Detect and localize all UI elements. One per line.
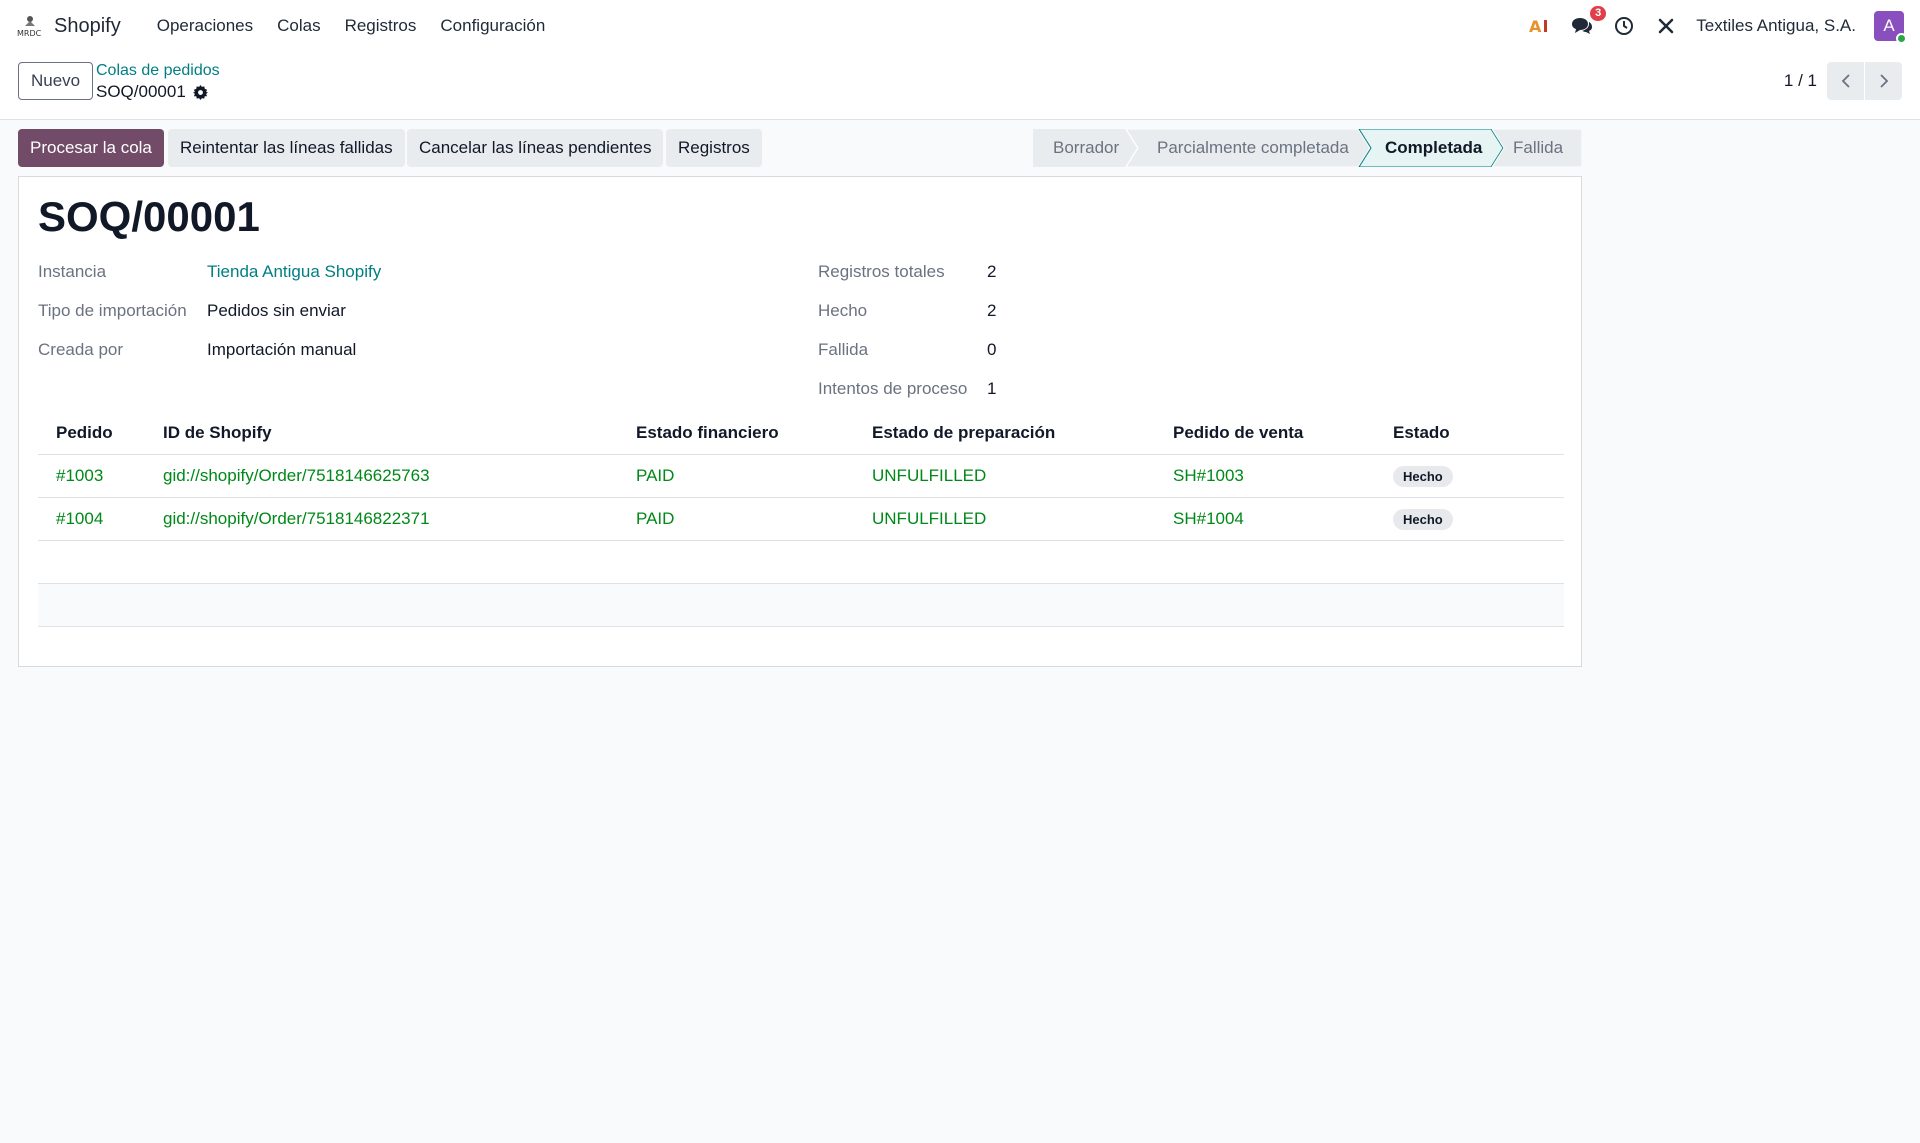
activity-clock-icon[interactable] [1612,14,1636,38]
state-cell: Hecho [1393,465,1564,487]
header-financial-status[interactable]: Estado financiero [636,423,872,443]
app-logo-icon: MRDC [17,16,42,38]
stage-fallida[interactable]: Fallida [1513,129,1563,167]
status-bar: Borrador Parcialmente completada Complet… [1033,129,1582,167]
menu-colas[interactable]: Colas [265,16,332,36]
ai-icon[interactable]: A [1528,14,1552,38]
menu-operaciones[interactable]: Operaciones [145,16,265,36]
empty-row [38,541,1564,584]
stage-parcialmente-completada[interactable]: Parcialmente completada [1157,129,1349,167]
menu-configuracion[interactable]: Configuración [428,16,557,36]
chevron-left-icon [1841,74,1850,88]
header-fulfillment-status[interactable]: Estado de preparación [872,423,1173,443]
stage-borrador[interactable]: Borrador [1053,129,1119,167]
svg-text:A: A [1529,17,1542,35]
fulfillment-status: UNFULFILLED [872,466,987,485]
breadcrumb-parent[interactable]: Colas de pedidos [96,62,220,80]
header-shopify-id[interactable]: ID de Shopify [163,423,636,443]
done-label: Hecho [818,301,868,320]
app-brand[interactable]: MRDC Shopify [16,12,121,40]
failed-value: 0 [987,340,997,359]
record-title: SOQ/00001 [38,193,260,240]
instance-link[interactable]: Tienda Antigua Shopify [207,262,381,282]
instance-label: Instancia [38,262,107,281]
cancel-pending-lines-button[interactable]: Cancelar las líneas pendientes [407,129,664,167]
created-by-value: Importación manual [207,340,357,359]
messages-count-badge: 3 [1590,6,1607,21]
import-type-value: Pedidos sin enviar [207,301,346,320]
control-panel: Nuevo Colas de pedidos SOQ/00001 1 / 1 [0,52,1920,120]
sale-order: SH#1003 [1173,466,1244,485]
messages-icon[interactable]: 3 [1570,6,1607,38]
chevron-right-icon [1879,74,1888,88]
app-name: Shopify [54,14,121,37]
company-switcher[interactable]: Textiles Antigua, S.A. [1696,16,1856,36]
menu-registros[interactable]: Registros [333,16,429,36]
table-row[interactable]: #1003 gid://shopify/Order/7518146625763 … [38,455,1564,498]
shopify-id: gid://shopify/Order/7518146625763 [163,466,430,485]
logs-button[interactable]: Registros [666,129,762,167]
financial-status: PAID [636,509,675,528]
header-state[interactable]: Estado [1393,423,1564,443]
state-badge: Hecho [1393,465,1453,487]
top-navbar: MRDC Shopify Operaciones Colas Registros… [0,0,1920,52]
total-records-value: 2 [987,262,997,281]
pager-value[interactable]: 1 / 1 [1784,71,1817,91]
fulfillment-status: UNFULFILLED [872,509,987,528]
breadcrumb-current: SOQ/00001 [96,82,208,102]
form-sheet: SOQ/00001 Instancia Tienda Antigua Shopi… [18,176,1582,667]
order-lines-table: Pedido ID de Shopify Estado financiero E… [38,412,1564,627]
process-attempts-value: 1 [987,379,997,398]
shopify-id: gid://shopify/Order/7518146822371 [163,509,430,528]
stage-completada[interactable]: Completada [1385,129,1482,167]
tools-icon[interactable] [1654,14,1678,38]
state-cell: Hecho [1393,508,1564,530]
table-row[interactable]: #1004 gid://shopify/Order/7518146822371 … [38,498,1564,541]
import-type-label: Tipo de importación [38,301,187,320]
online-status-dot [1896,33,1907,44]
gear-icon[interactable] [192,84,208,100]
order-number: #1003 [56,466,104,485]
pager-next-button[interactable] [1865,62,1902,100]
user-avatar[interactable]: A [1874,11,1907,44]
svg-text:MRDC: MRDC [17,29,42,38]
navbar-systray: A 3 Textiles Antigua, S.A. A [1528,6,1907,44]
financial-status: PAID [636,466,675,485]
table-header: Pedido ID de Shopify Estado financiero E… [38,412,1564,455]
breadcrumb-current-label: SOQ/00001 [96,82,186,101]
retry-failed-lines-button[interactable]: Reintentar las líneas fallidas [168,129,405,167]
process-queue-button[interactable]: Procesar la cola [18,129,164,167]
header-sale-order[interactable]: Pedido de venta [1173,423,1393,443]
avatar-initial: A [1883,16,1895,35]
empty-row [38,584,1564,627]
done-value: 2 [987,301,997,320]
pager-previous-button[interactable] [1827,62,1864,100]
created-by-label: Creada por [38,340,124,359]
process-attempts-label: Intentos de proceso [818,379,968,398]
total-records-label: Registros totales [818,262,945,281]
header-pedido[interactable]: Pedido [38,423,163,443]
new-button[interactable]: Nuevo [18,62,94,100]
sale-order: SH#1004 [1173,509,1244,528]
failed-label: Fallida [818,340,869,359]
order-number: #1004 [56,509,104,528]
record-pager: 1 / 1 [1784,62,1902,100]
state-badge: Hecho [1393,508,1453,530]
main-menu: Operaciones Colas Registros Configuració… [145,16,558,36]
